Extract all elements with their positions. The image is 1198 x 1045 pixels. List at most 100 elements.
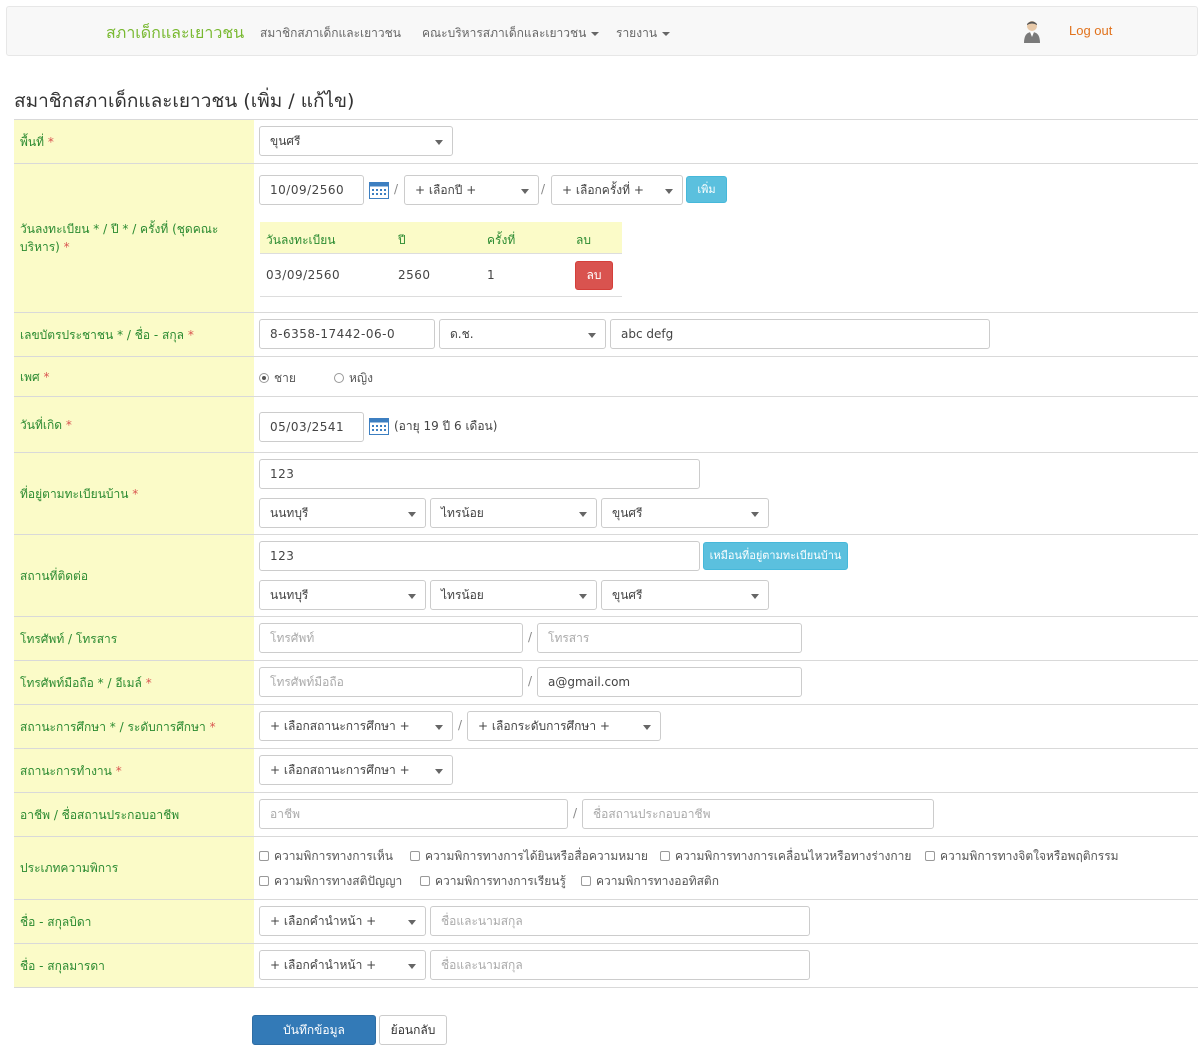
workplace-input[interactable]: ชื่อสถานประกอบอาชีพ [582, 799, 934, 829]
calendar-icon[interactable] [369, 417, 389, 435]
checkbox-icon [420, 876, 430, 886]
row-birthdate: วันที่เกิด * 05/03/2541 (อายุ 19 ปี 6 เด… [14, 397, 1198, 453]
cell-registration-date: 03/09/2560 [266, 268, 341, 282]
work-status-label: สถานะการทำงาน * [14, 749, 254, 792]
work-status-select[interactable]: + เลือกสถานะการศึกษา + [259, 755, 453, 785]
separator: / [458, 718, 463, 732]
checkbox-icon [925, 851, 935, 861]
mobile-input[interactable]: โทรศัพท์มือถือ [259, 667, 523, 697]
row-mother: ชื่อ - สกุลมารดา + เลือกคำนำหน้า + ชื่อแ… [14, 944, 1198, 988]
contact-address-label: สถานที่ติดต่อ [14, 535, 254, 616]
nav-members[interactable]: สมาชิกสภาเด็กและเยาวชน [260, 24, 401, 43]
contact-province-select[interactable]: นนทบุรี [259, 580, 426, 610]
row-occupation: อาชีพ / ชื่อสถานประกอบอาชีพ อาชีพ / ชื่อ… [14, 793, 1198, 837]
mother-prefix-select[interactable]: + เลือกคำนำหน้า + [259, 950, 426, 980]
occupation-input[interactable]: อาชีพ [259, 799, 568, 829]
registration-table: วันลงทะเบียน ปี ครั้งที่ ลบ 03/09/2560 2… [260, 222, 622, 297]
education-level-select[interactable]: + เลือกระดับการศึกษา + [467, 711, 661, 741]
nav-report-dropdown[interactable]: รายงาน [616, 24, 671, 43]
separator: / [541, 182, 546, 196]
home-province-select[interactable]: นนทบุรี [259, 498, 426, 528]
registration-round-select[interactable]: + เลือกครั้งที่ + [551, 175, 683, 205]
registration-date-input[interactable]: 10/09/2560 [259, 175, 364, 205]
full-name-input[interactable]: abc defg [610, 319, 990, 349]
caret-down-icon [591, 31, 600, 36]
area-label: พื้นที่ * [14, 120, 254, 163]
checkbox-icon [259, 851, 269, 861]
education-label: สถานะการศึกษา * / ระดับการศึกษา * [14, 705, 254, 748]
col-registration-date: วันลงทะเบียน [266, 233, 336, 247]
father-name-input[interactable]: ชื่อและนามสกุล [430, 906, 810, 936]
same-as-home-button[interactable]: เหมือนที่อยู่ตามทะเบียนบ้าน [703, 542, 848, 570]
separator: / [528, 674, 533, 688]
disability-mental-checkbox[interactable]: ความพิการทางจิตใจหรือพฤติกรรม [925, 847, 1119, 866]
gender-male-radio[interactable]: ชาย [259, 369, 296, 388]
contact-subdistrict-select[interactable]: ขุนศรี [601, 580, 769, 610]
row-disability: ประเภทความพิการ ความพิการทางการเห็น ความ… [14, 837, 1198, 900]
page-title: สมาชิกสภาเด็กและเยาวชน (เพิ่ม / แก้ไข) [14, 90, 355, 112]
row-mobile-email: โทรศัพท์มือถือ * / อีเมล์ * โทรศัพท์มือถ… [14, 661, 1198, 705]
separator: / [573, 806, 578, 820]
separator: / [394, 182, 399, 196]
gender-female-radio[interactable]: หญิง [334, 369, 373, 388]
id-number-input[interactable]: 8-6358-17442-06-0 [259, 319, 435, 349]
home-district-select[interactable]: ไทรน้อย [430, 498, 597, 528]
delete-registration-button[interactable]: ลบ [575, 261, 613, 290]
contact-district-select[interactable]: ไทรน้อย [430, 580, 597, 610]
back-button[interactable]: ย้อนกลับ [379, 1015, 447, 1045]
table-row: 03/09/2560 2560 1 ลบ [260, 254, 622, 297]
col-year: ปี [398, 233, 406, 247]
area-select[interactable]: ขุนศรี [259, 126, 453, 156]
home-subdistrict-select[interactable]: ขุนศรี [601, 498, 769, 528]
row-home-address: ที่อยู่ตามทะเบียนบ้าน * 123 นนทบุรี ไทรน… [14, 453, 1198, 535]
member-form: พื้นที่ * ขุนศรี วันลงทะเบียน * / ปี * /… [14, 119, 1198, 988]
row-registration: วันลงทะเบียน * / ปี * / ครั้งที่ (ชุดคณะ… [14, 164, 1198, 313]
row-work-status: สถานะการทำงาน * + เลือกสถานะการศึกษา + [14, 749, 1198, 793]
father-label: ชื่อ - สกุลบิดา [14, 900, 254, 943]
user-avatar-icon [1024, 21, 1040, 43]
disability-label: ประเภทความพิการ [14, 837, 254, 899]
radio-checked-icon [259, 373, 269, 383]
contact-address-input[interactable]: 123 [259, 541, 700, 571]
home-address-input[interactable]: 123 [259, 459, 700, 489]
nav-committee-dropdown[interactable]: คณะบริหารสภาเด็กและเยาวชน [422, 24, 600, 43]
top-navbar: สภาเด็กและเยาวชน สมาชิกสภาเด็กและเยาวชน … [6, 6, 1198, 56]
registration-year-select[interactable]: + เลือกปี + [404, 175, 539, 205]
father-prefix-select[interactable]: + เลือกคำนำหน้า + [259, 906, 426, 936]
mother-label: ชื่อ - สกุลมารดา [14, 944, 254, 987]
id-name-label: เลขบัตรประชาชน * / ชื่อ - สกุล * [14, 313, 254, 356]
mobile-email-label: โทรศัพท์มือถือ * / อีเมล์ * [14, 661, 254, 704]
disability-learning-checkbox[interactable]: ความพิการทางการเรียนรู้ [420, 872, 566, 891]
nav-committee-label: คณะบริหารสภาเด็กและเยาวชน [422, 26, 587, 40]
mother-name-input[interactable]: ชื่อและนามสกุล [430, 950, 810, 980]
separator: / [528, 630, 533, 644]
email-input[interactable]: a@gmail.com [537, 667, 802, 697]
name-title-select[interactable]: ด.ช. [439, 319, 606, 349]
disability-intellectual-checkbox[interactable]: ความพิการทางสติปัญญา [259, 872, 402, 891]
checkbox-icon [410, 851, 420, 861]
add-registration-button[interactable]: เพิ่ม [686, 176, 727, 203]
phone-input[interactable]: โทรศัพท์ [259, 623, 523, 653]
brand-link[interactable]: สภาเด็กและเยาวชน [106, 21, 244, 46]
checkbox-icon [581, 876, 591, 886]
calendar-icon[interactable] [369, 181, 389, 199]
col-round: ครั้งที่ [487, 233, 516, 247]
logout-link[interactable]: Log out [1069, 23, 1112, 38]
home-address-label: ที่อยู่ตามทะเบียนบ้าน * [14, 453, 254, 534]
phone-fax-label: โทรศัพท์ / โทรสาร [14, 617, 254, 660]
disability-physical-checkbox[interactable]: ความพิการทางการเคลื่อนไหวหรือทางร่างกาย [660, 847, 911, 866]
row-id-name: เลขบัตรประชาชน * / ชื่อ - สกุล * 8-6358-… [14, 313, 1198, 357]
save-button[interactable]: บันทึกข้อมูล [252, 1015, 376, 1045]
age-text: (อายุ 19 ปี 6 เดือน) [394, 419, 498, 433]
disability-hearing-checkbox[interactable]: ความพิการทางการได้ยินหรือสื่อความหมาย [410, 847, 648, 866]
disability-visual-checkbox[interactable]: ความพิการทางการเห็น [259, 847, 393, 866]
row-gender: เพศ * ชาย หญิง [14, 357, 1198, 397]
fax-input[interactable]: โทรสาร [537, 623, 802, 653]
disability-autism-checkbox[interactable]: ความพิการทางออทิสติก [581, 872, 719, 891]
education-status-select[interactable]: + เลือกสถานะการศึกษา + [259, 711, 453, 741]
radio-unchecked-icon [334, 373, 344, 383]
birthdate-input[interactable]: 05/03/2541 [259, 412, 364, 442]
row-education: สถานะการศึกษา * / ระดับการศึกษา * + เลือ… [14, 705, 1198, 749]
birthdate-label: วันที่เกิด * [14, 397, 254, 452]
row-father: ชื่อ - สกุลบิดา + เลือกคำนำหน้า + ชื่อแล… [14, 900, 1198, 944]
